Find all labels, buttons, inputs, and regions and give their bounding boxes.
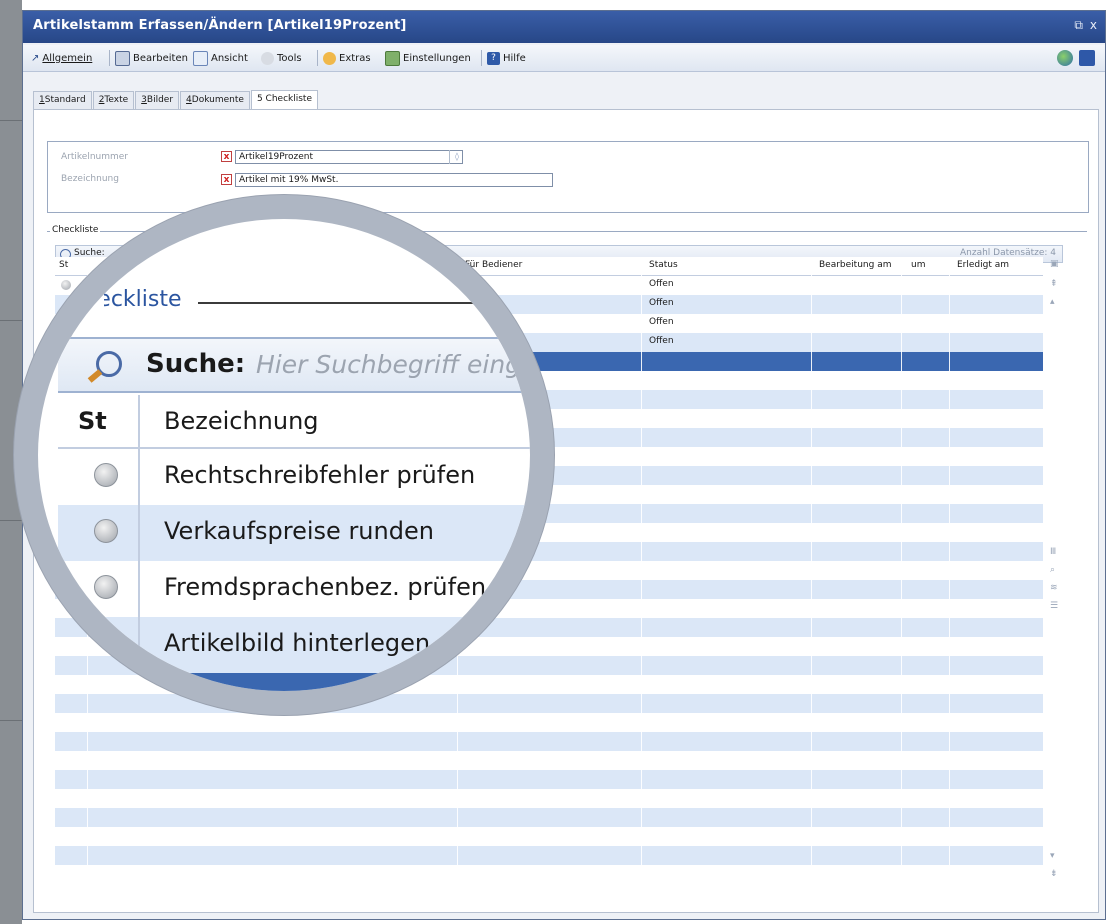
empty-row (55, 808, 1043, 827)
tab-strip: 1Standard 2Texte 3Bilder 4Dokumente 5 Ch… (33, 90, 319, 110)
row-bezeichnung: Artikelbild hinterlegen (164, 629, 431, 657)
magnified-group-line (198, 302, 530, 304)
status-cell: Offen (649, 317, 674, 327)
menu-einstellungen[interactable]: Einstellungen (385, 50, 471, 66)
artikelnummer-field[interactable]: Artikel19Prozent (235, 150, 463, 164)
zoom-icon[interactable]: ⌕ (1050, 565, 1055, 575)
artikelnummer-label: Artikelnummer (61, 152, 128, 162)
tab-bilder[interactable]: 3Bilder (135, 91, 180, 110)
settings-icon (385, 50, 400, 66)
menu-bearbeiten[interactable]: Bearbeiten (115, 50, 188, 66)
clear-bezeichnung-icon[interactable]: x (221, 174, 232, 185)
row-bezeichnung: Verkaufspreise runden (164, 517, 434, 545)
menu-tools[interactable]: Tools (261, 50, 302, 66)
status-bulb-icon (94, 519, 118, 543)
magnified-column-bezeichnung: Bezeichnung (164, 407, 319, 435)
magnified-header: St Bezeichnung (58, 395, 530, 449)
column-chooser-icon[interactable]: ▣ (1050, 259, 1059, 269)
empty-row (55, 751, 1043, 770)
status-bulb-icon (94, 463, 118, 487)
application-window: Artikelstamm Erfassen/Ändern [Artikel19P… (0, 0, 1113, 924)
columns-icon[interactable]: Ⅲ (1050, 547, 1056, 557)
magnified-column-divider (138, 395, 140, 691)
help-icon: ? (487, 51, 500, 65)
lookup-icon[interactable]: ◊ (449, 150, 464, 164)
status-bulb-icon (94, 631, 118, 655)
menu-extras[interactable]: Extras (323, 50, 371, 66)
bezeichnung-label: Bezeichnung (61, 174, 119, 184)
empty-row (55, 770, 1043, 789)
column-header-erledigt-am[interactable]: Erledigt am (957, 260, 1009, 270)
title-bar: Artikelstamm Erfassen/Ändern [Artikel19P… (23, 11, 1105, 43)
column-header-um[interactable]: um (911, 260, 925, 270)
magnified-row[interactable]: Fremdsprachenbez. prüfen (58, 561, 530, 617)
column-header-bearbeitung-am[interactable]: Bearbeitung am (819, 260, 891, 270)
menu-ansicht[interactable]: Ansicht (193, 50, 248, 66)
tab-checkliste[interactable]: 5 Checkliste (250, 90, 318, 110)
row-bezeichnung: Fremdsprachenbez. prüfen (164, 573, 487, 601)
article-header-group (47, 141, 1089, 213)
tab-standard[interactable]: 1Standard (33, 91, 92, 110)
magnified-search-label: Suche: (146, 349, 246, 379)
window-title: Artikelstamm Erfassen/Ändern [Artikel19P… (33, 18, 407, 33)
save-icon[interactable] (1079, 50, 1095, 66)
status-cell: Offen (649, 298, 674, 308)
empty-row (55, 732, 1043, 751)
column-divider (811, 275, 812, 897)
view-icon (193, 50, 208, 66)
extras-icon (323, 51, 336, 65)
arrow-icon: ↗ (31, 52, 40, 64)
move-up-icon[interactable]: ▴ (1050, 297, 1055, 307)
filter-icon[interactable]: ☰ (1050, 601, 1058, 611)
export-icon[interactable]: ≋ (1050, 583, 1058, 593)
menu-separator (317, 50, 318, 66)
edit-icon (115, 50, 130, 66)
column-divider (641, 275, 642, 897)
menu-separator (109, 50, 110, 66)
magnified-row[interactable]: Artikelbild hinterlegen (58, 617, 530, 673)
status-cell: Offen (649, 336, 674, 346)
move-top-icon[interactable]: ⇞ (1050, 279, 1058, 289)
magnified-group-title: Checkliste (68, 287, 182, 312)
magnified-column-st: St (78, 407, 107, 435)
status-cell: Offen (649, 279, 674, 289)
search-input[interactable]: Hier Suchbegriff eing (256, 350, 521, 379)
magnified-row[interactable]: Rechtschreibfehler prüfen (58, 449, 530, 505)
tab-texte[interactable]: 2Texte (92, 91, 135, 110)
empty-row (55, 865, 1043, 884)
column-divider (949, 275, 950, 897)
row-bezeichnung: Rechtschreibfehler prüfen (164, 461, 476, 489)
restore-icon[interactable]: ⧉ (1074, 18, 1083, 33)
tab-dokumente[interactable]: 4Dokumente (180, 91, 250, 110)
close-icon[interactable]: x (1090, 18, 1097, 32)
status-bulb-icon (94, 575, 118, 599)
menu-hilfe[interactable]: ? Hilfe (487, 50, 526, 66)
magnified-search-handle (87, 369, 103, 383)
menu-allgemein[interactable]: ↗ Allgemein (31, 50, 92, 66)
grid-toolbar: ▣ ⇞ ▴ Ⅲ ⌕ ≋ ☰ ▾ ⇟ (1047, 257, 1063, 897)
empty-row (55, 846, 1043, 865)
tools-icon (261, 51, 274, 65)
magnifier-overlay: Checkliste Suche: Hier Suchbegriff eing … (14, 195, 554, 715)
menu-bar: ↗ Allgemein Bearbeiten Ansicht Tools Ext… (23, 45, 1105, 72)
menu-separator (481, 50, 482, 66)
bezeichnung-field[interactable]: Artikel mit 19% MwSt. (235, 173, 553, 187)
empty-row (55, 827, 1043, 846)
globe-icon[interactable] (1057, 50, 1073, 66)
empty-row (55, 789, 1043, 808)
magnified-search-bar: Suche: Hier Suchbegriff eing (58, 337, 530, 393)
magnified-row[interactable]: Verkaufspreise runden (58, 505, 530, 561)
clear-artikelnummer-icon[interactable]: x (221, 151, 232, 162)
empty-row (55, 713, 1043, 732)
move-down-icon[interactable]: ▾ (1050, 851, 1055, 861)
column-header-status[interactable]: Status (649, 260, 678, 270)
move-bottom-icon[interactable]: ⇟ (1050, 869, 1058, 879)
column-divider (901, 275, 902, 897)
